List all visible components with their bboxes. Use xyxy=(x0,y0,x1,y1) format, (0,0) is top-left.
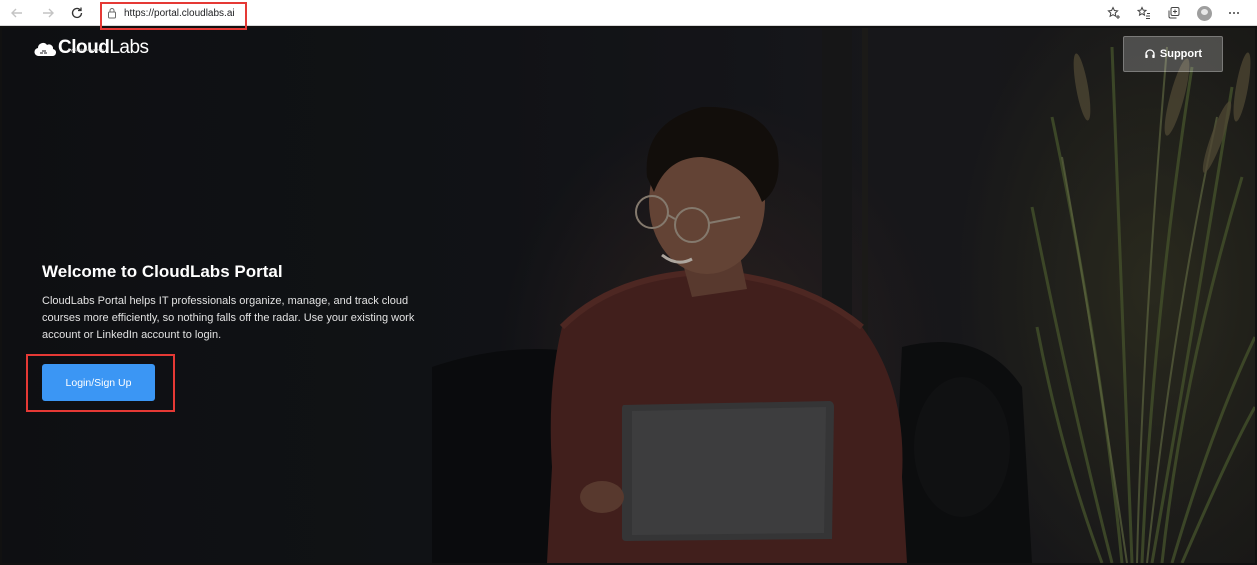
avatar xyxy=(1196,5,1212,21)
profile-icon[interactable] xyxy=(1189,3,1219,23)
favorites-icon[interactable] xyxy=(1129,3,1159,23)
cloud-logo-icon xyxy=(34,43,56,57)
collections-icon[interactable] xyxy=(1159,3,1189,23)
favorite-add-icon[interactable] xyxy=(1099,3,1129,23)
lock-icon xyxy=(108,8,116,19)
support-label: Support xyxy=(1159,48,1203,60)
url-text: https://portal.cloudlabs.ai xyxy=(124,7,235,19)
hero-description: CloudLabs Portal helps IT professionals … xyxy=(42,295,415,341)
page-title: Welcome to CloudLabs Portal xyxy=(42,262,283,281)
more-icon[interactable] xyxy=(1219,3,1249,23)
refresh-icon[interactable] xyxy=(66,3,88,23)
headset-icon xyxy=(1145,49,1155,58)
forward-icon[interactable] xyxy=(37,3,59,23)
address-bar[interactable]: https://portal.cloudlabs.ai xyxy=(104,5,244,21)
browser-tools xyxy=(1099,3,1249,23)
login-signup-button[interactable]: Login/Sign Up xyxy=(42,364,155,401)
support-button[interactable]: Support xyxy=(1123,36,1223,72)
portal-page: CloudLabs By Spektra Systems Support Wel… xyxy=(2,27,1255,563)
browser-toolbar: https://portal.cloudlabs.ai xyxy=(0,0,1257,26)
back-icon[interactable] xyxy=(6,3,28,23)
logo-tagline: By Spektra Systems xyxy=(68,47,105,52)
